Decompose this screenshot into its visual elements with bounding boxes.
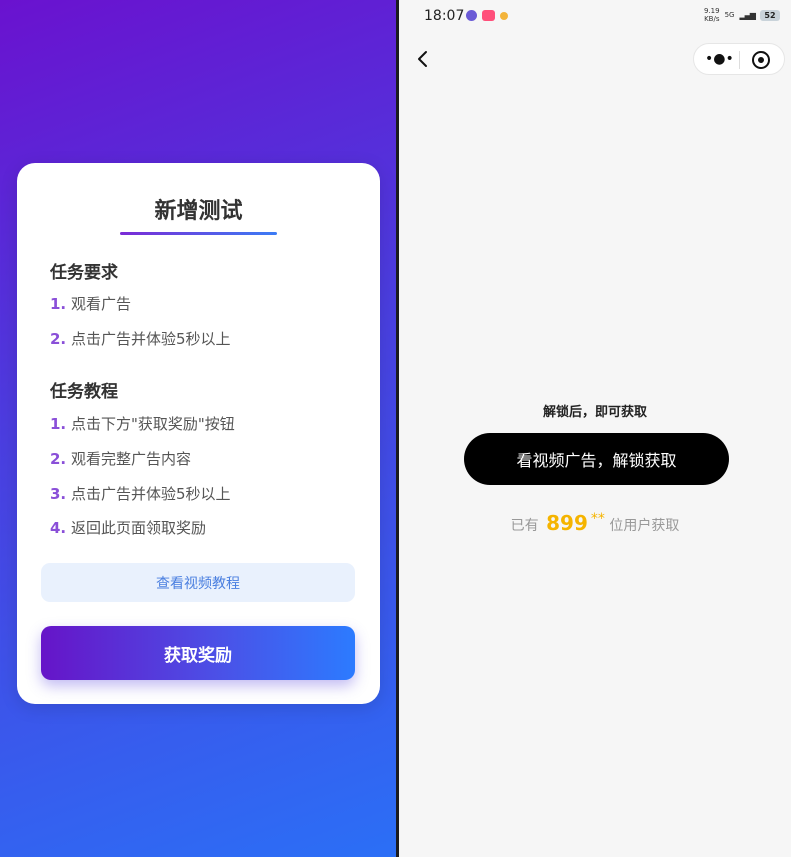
net-speed-value: 9.19	[704, 7, 720, 15]
mini-program-capsule: •●•	[693, 43, 785, 75]
requirement-item: 2. 点击广告并体验5秒以上	[50, 328, 231, 349]
requirement-item: 1. 观看广告	[50, 293, 131, 314]
step-text: 点击广告并体验5秒以上	[71, 485, 231, 503]
net-speed-unit: KB/s	[704, 15, 720, 23]
step-text: 返回此页面领取奖励	[71, 519, 207, 537]
tutorial-item: 1. 点击下方"获取奖励"按钮	[50, 413, 235, 434]
app-notification-icon	[482, 10, 495, 21]
step-text: 观看广告	[71, 295, 132, 313]
get-reward-button[interactable]: 获取奖励	[41, 626, 355, 680]
step-number: 2.	[50, 329, 67, 348]
requirements-title: 任务要求	[50, 263, 118, 283]
step-text: 点击广告并体验5秒以上	[71, 330, 231, 348]
tutorial-title: 任务教程	[50, 382, 118, 402]
step-number: 2.	[50, 449, 67, 468]
back-arrow-icon[interactable]	[416, 50, 428, 68]
screenshot-root: 新增测试 任务要求 1. 观看广告 2. 点击广告并体验5秒以上 任务教程 1.…	[0, 0, 791, 857]
tutorial-item: 4. 返回此页面领取奖励	[50, 517, 206, 538]
target-icon[interactable]	[752, 51, 770, 69]
right-panel: 18:07 9.19 KB/s 5G ▂▄▆ 52 •●• 解锁后，即可获取 看…	[399, 0, 791, 857]
user-count-stars: **	[590, 511, 605, 527]
app-notification-icon	[500, 12, 508, 20]
step-text: 点击下方"获取奖励"按钮	[71, 415, 235, 433]
video-tutorial-button[interactable]: 查看视频教程	[41, 563, 355, 602]
user-count: 已有 899 ** 位用户获取	[399, 511, 791, 535]
net-speed: 9.19 KB/s	[704, 7, 720, 23]
step-text: 观看完整广告内容	[71, 450, 192, 468]
step-number: 4.	[50, 518, 67, 537]
app-notification-icon	[466, 10, 477, 21]
capsule-separator	[739, 51, 740, 69]
left-panel: 新增测试 任务要求 1. 观看广告 2. 点击广告并体验5秒以上 任务教程 1.…	[0, 0, 396, 857]
card-title: 新增测试	[154, 199, 243, 224]
step-number: 1.	[50, 294, 67, 313]
user-count-number: 899	[546, 511, 588, 535]
status-time: 18:07	[424, 8, 465, 24]
title-underline	[120, 232, 277, 235]
step-number: 3.	[50, 484, 67, 503]
network-type: 5G	[724, 11, 735, 19]
tutorial-item: 3. 点击广告并体验5秒以上	[50, 483, 231, 504]
user-count-prefix: 已有	[510, 518, 539, 534]
more-dots-icon[interactable]: •●•	[705, 50, 734, 68]
user-count-suffix: 位用户获取	[609, 518, 680, 534]
status-indicators: 9.19 KB/s 5G ▂▄▆ 52	[704, 7, 780, 23]
tutorial-item: 2. 观看完整广告内容	[50, 448, 191, 469]
unlock-hint: 解锁后，即可获取	[542, 405, 647, 420]
battery-icon: 52	[759, 9, 780, 21]
battery-level: 52	[764, 10, 776, 20]
unlock-video-button[interactable]: 看视频广告，解锁获取	[464, 433, 729, 485]
task-card: 新增测试 任务要求 1. 观看广告 2. 点击广告并体验5秒以上 任务教程 1.…	[17, 163, 380, 704]
signal-icon: ▂▄▆	[739, 10, 756, 20]
notification-icons	[466, 10, 508, 21]
step-number: 1.	[50, 414, 67, 433]
